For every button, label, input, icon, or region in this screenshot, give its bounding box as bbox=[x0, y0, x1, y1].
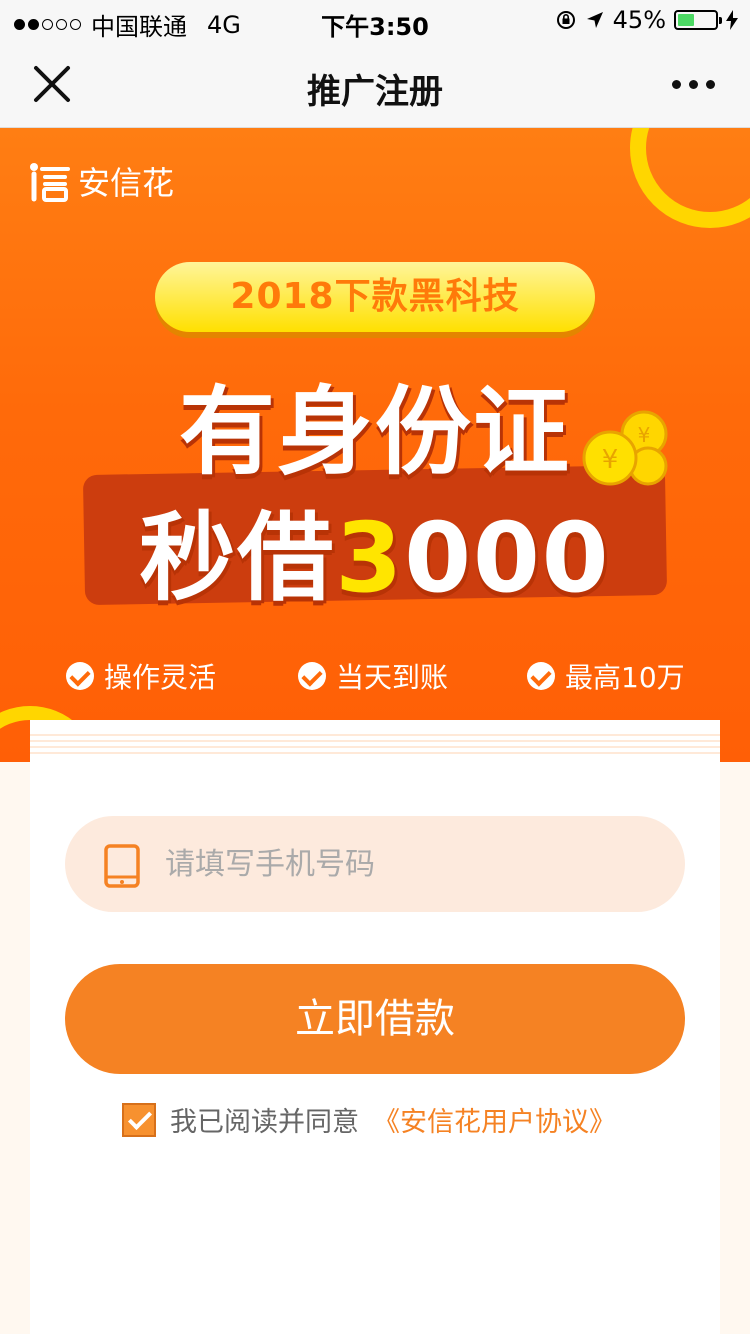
tagline-pill: 2018下款黑科技 bbox=[155, 262, 595, 332]
feature-label: 最高10万 bbox=[565, 661, 685, 694]
feature-item: 操作灵活 bbox=[66, 656, 216, 696]
card-top-decoration bbox=[30, 734, 720, 754]
check-icon bbox=[298, 662, 326, 690]
battery-fill bbox=[678, 14, 695, 26]
headline-prefix: 秒借 bbox=[139, 502, 336, 614]
nav-bar: 推广注册 bbox=[0, 40, 750, 128]
charging-icon bbox=[726, 10, 738, 30]
phone-icon bbox=[104, 844, 140, 888]
headline-digit: 3 bbox=[335, 502, 405, 614]
signup-card: 立即借款 我已阅读并同意 《安信花用户协议》 bbox=[30, 720, 720, 1334]
headline-line-2: 秒借3000 bbox=[0, 480, 750, 619]
brand-logo: 安信花 bbox=[28, 158, 174, 204]
check-icon bbox=[66, 662, 94, 690]
feature-item: 当天到账 bbox=[298, 656, 448, 696]
location-icon bbox=[586, 12, 603, 28]
decor-ring-icon bbox=[630, 128, 750, 228]
status-bar: 中国联通 4G 下午3:50 45% bbox=[0, 0, 750, 41]
svg-text:¥: ¥ bbox=[638, 423, 651, 447]
orientation-lock-icon bbox=[556, 11, 575, 29]
feature-label: 当天到账 bbox=[336, 661, 449, 694]
more-icon[interactable] bbox=[672, 70, 722, 98]
promo-banner: 安信花 2018下款黑科技 有身份证 秒借3000 ¥ ¥ 操作灵活 当天到账 … bbox=[0, 128, 750, 762]
phone-input[interactable] bbox=[165, 816, 665, 912]
brand-name: 安信花 bbox=[78, 164, 175, 202]
agreement-checkbox[interactable] bbox=[122, 1102, 156, 1137]
coins-icon: ¥ ¥ bbox=[582, 410, 668, 486]
agreement-row: 我已阅读并同意 《安信花用户协议》 bbox=[122, 1100, 616, 1139]
borrow-now-button[interactable]: 立即借款 bbox=[65, 964, 685, 1074]
status-right: 45% bbox=[555, 6, 738, 34]
battery-percent: 45% bbox=[612, 6, 666, 34]
agreement-text: 我已阅读并同意 bbox=[170, 1107, 359, 1138]
page-title: 推广注册 bbox=[307, 72, 443, 112]
check-icon bbox=[527, 662, 555, 690]
phone-field[interactable] bbox=[65, 816, 685, 912]
brand-logo-icon bbox=[30, 163, 70, 202]
svg-text:¥: ¥ bbox=[602, 445, 619, 475]
feature-label: 操作灵活 bbox=[104, 661, 217, 694]
headline-suffix: 000 bbox=[404, 502, 611, 614]
feature-list: 操作灵活 当天到账 最高10万 bbox=[0, 656, 750, 696]
agreement-link[interactable]: 《安信花用户协议》 bbox=[373, 1100, 616, 1139]
battery-icon bbox=[674, 10, 722, 30]
feature-item: 最高10万 bbox=[527, 656, 685, 696]
